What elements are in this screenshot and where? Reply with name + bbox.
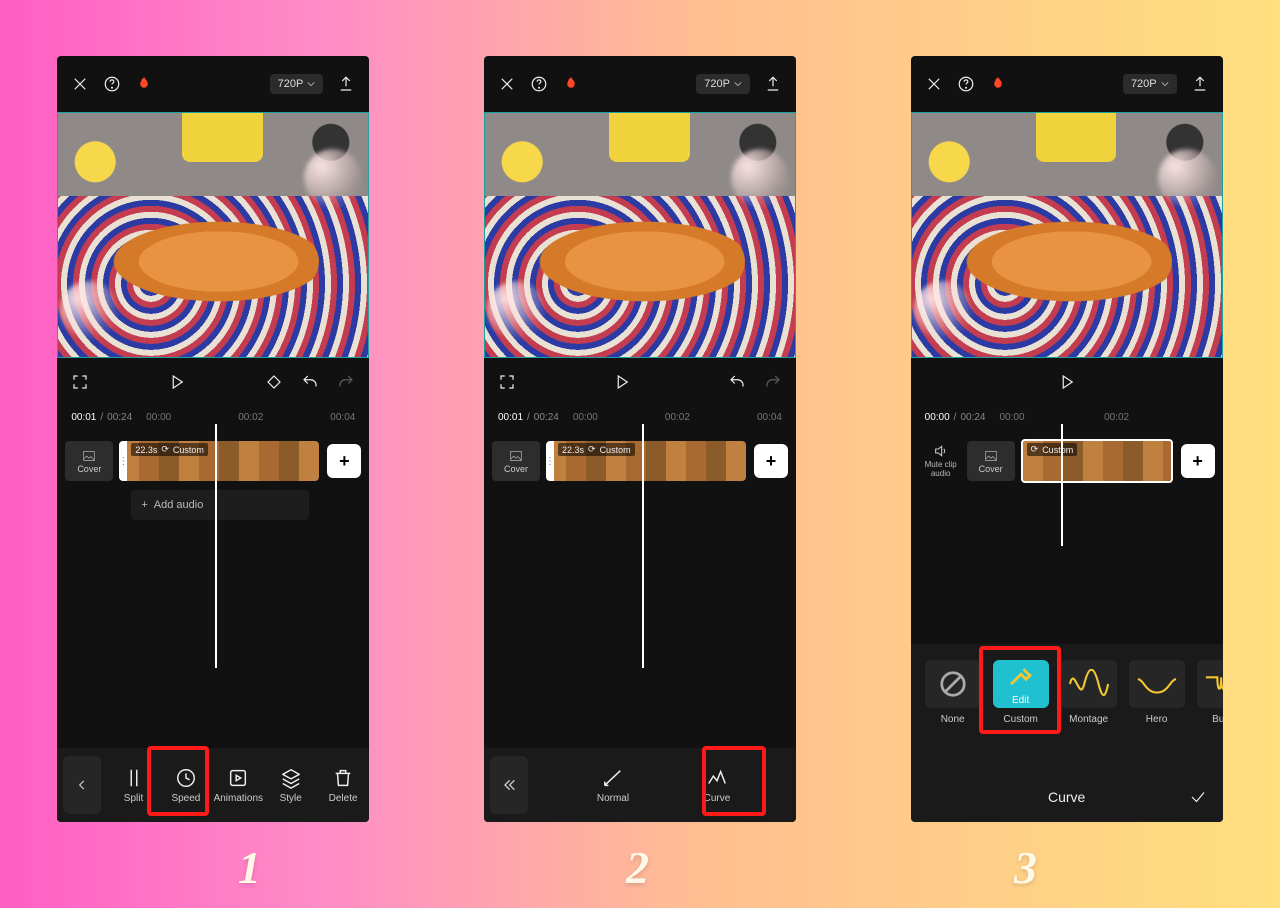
time-indicator: 00:01/ 00:24 00:00 00:02 00:04 <box>484 406 796 428</box>
fullscreen-icon[interactable] <box>498 373 516 391</box>
add-clip-button[interactable]: + <box>1181 444 1215 478</box>
tool-delete[interactable]: Delete <box>318 767 368 804</box>
playhead[interactable] <box>215 424 217 668</box>
edit-toolbar: Split Speed Animations Style Delete <box>57 748 369 822</box>
redo-icon[interactable] <box>764 373 782 391</box>
phone-step-3: 720P 00:00/ 00:24 00:00 00:02 Mute clip … <box>911 56 1223 822</box>
flame-icon[interactable] <box>989 75 1007 93</box>
clip-badge: 22.3s ⟳ Custom <box>131 443 208 456</box>
preset-edit-label: Edit <box>1012 695 1029 706</box>
time-indicator: 00:01 / 00:24 00:00 00:02 00:04 <box>57 406 369 428</box>
video-clip[interactable]: ⟳Custom <box>1021 439 1173 483</box>
playback-controls <box>57 358 369 406</box>
clip-handle[interactable]: ⋮ <box>119 441 127 481</box>
tool-speed[interactable]: Speed <box>161 767 211 804</box>
preset-montage[interactable]: Montage <box>1061 660 1117 725</box>
speed-curve[interactable]: Curve <box>692 767 742 804</box>
clip-badge: 22.3s⟳Custom <box>558 443 635 456</box>
step-number-1: 1 <box>238 841 261 894</box>
cover-button[interactable]: Cover <box>492 441 540 481</box>
add-clip-button[interactable]: + <box>754 444 788 478</box>
step-number-3: 3 <box>1014 841 1037 894</box>
top-bar: 720P <box>57 56 369 112</box>
time-indicator: 00:00/ 00:24 00:00 00:02 <box>911 406 1223 428</box>
preset-hero[interactable]: Hero <box>1129 660 1185 725</box>
preset-bullet[interactable]: Bullet <box>1197 660 1223 725</box>
time-current: 00:01 <box>71 412 96 423</box>
time-total: 00:24 <box>107 412 132 423</box>
cover-label: Cover <box>77 464 101 474</box>
play-icon[interactable] <box>613 373 631 391</box>
add-audio-button[interactable]: +Add audio <box>131 490 309 520</box>
close-icon[interactable] <box>71 75 89 93</box>
phone-step-1: 720P 00:01 / 00:24 00:00 00:02 00:04 Cov… <box>57 56 369 822</box>
undo-icon[interactable] <box>728 373 746 391</box>
timeline[interactable]: Mute clip audio Cover ⟳Custom + <box>911 428 1223 540</box>
flame-icon[interactable] <box>562 75 580 93</box>
playback-controls <box>484 358 796 406</box>
tool-style[interactable]: Style <box>266 767 316 804</box>
export-icon[interactable] <box>337 75 355 93</box>
step-number-2: 2 <box>626 841 649 894</box>
help-icon[interactable] <box>530 75 548 93</box>
top-bar: 720P <box>911 56 1223 112</box>
playhead[interactable] <box>642 424 644 668</box>
confirm-icon[interactable] <box>1189 788 1207 806</box>
play-icon[interactable] <box>1058 373 1076 391</box>
curve-title: Curve <box>1048 789 1085 805</box>
export-icon[interactable] <box>1191 75 1209 93</box>
video-clip[interactable]: ⋮ 22.3s⟳Custom <box>546 441 746 481</box>
top-bar: 720P <box>484 56 796 112</box>
speed-toolbar: Normal Curve <box>484 748 796 822</box>
video-preview[interactable] <box>57 112 369 358</box>
phone-step-2: 720P 00:01/ 00:24 00:00 00:02 00:04 Cove… <box>484 56 796 822</box>
keyframe-icon[interactable] <box>265 373 283 391</box>
resolution-button[interactable]: 720P <box>270 74 324 94</box>
toolbar-back-button[interactable] <box>63 756 101 814</box>
help-icon[interactable] <box>103 75 121 93</box>
cover-button[interactable]: Cover <box>65 441 113 481</box>
add-clip-button[interactable]: + <box>327 444 361 478</box>
resolution-label: 720P <box>278 78 304 90</box>
curve-presets-panel: None Edit Custom Montage Hero Bullet <box>911 644 1223 822</box>
resolution-button[interactable]: 720P <box>1123 74 1177 94</box>
preset-custom[interactable]: Edit Custom <box>993 660 1049 725</box>
add-audio-label: Add audio <box>154 499 204 511</box>
export-icon[interactable] <box>764 75 782 93</box>
timeline[interactable]: Cover ⋮ 22.3s ⟳ Custom + +Add audio <box>57 428 369 578</box>
toolbar-back-button[interactable] <box>490 756 528 814</box>
video-preview[interactable] <box>911 112 1223 358</box>
tool-animations[interactable]: Animations <box>213 767 263 804</box>
cover-button[interactable]: Cover <box>967 441 1015 481</box>
play-icon[interactable] <box>168 373 186 391</box>
tutorial-canvas: 720P 00:01 / 00:24 00:00 00:02 00:04 Cov… <box>0 0 1280 908</box>
fullscreen-icon[interactable] <box>71 373 89 391</box>
close-icon[interactable] <box>925 75 943 93</box>
clip-badge: ⟳Custom <box>1027 443 1078 456</box>
clip-handle[interactable]: ⋮ <box>546 441 554 481</box>
resolution-button[interactable]: 720P <box>696 74 750 94</box>
flame-icon[interactable] <box>135 75 153 93</box>
preset-none[interactable]: None <box>925 660 981 725</box>
playback-controls <box>911 358 1223 406</box>
mute-clip-audio-button[interactable]: Mute clip audio <box>919 437 963 485</box>
timeline[interactable]: Cover ⋮ 22.3s⟳Custom + <box>484 428 796 578</box>
playhead[interactable] <box>1061 424 1063 546</box>
tool-split[interactable]: Split <box>109 767 159 804</box>
video-clip[interactable]: ⋮ 22.3s ⟳ Custom <box>119 441 319 481</box>
help-icon[interactable] <box>957 75 975 93</box>
close-icon[interactable] <box>498 75 516 93</box>
video-preview[interactable] <box>484 112 796 358</box>
speed-normal[interactable]: Normal <box>588 767 638 804</box>
curve-footer: Curve <box>911 772 1223 822</box>
undo-icon[interactable] <box>301 373 319 391</box>
redo-icon[interactable] <box>337 373 355 391</box>
